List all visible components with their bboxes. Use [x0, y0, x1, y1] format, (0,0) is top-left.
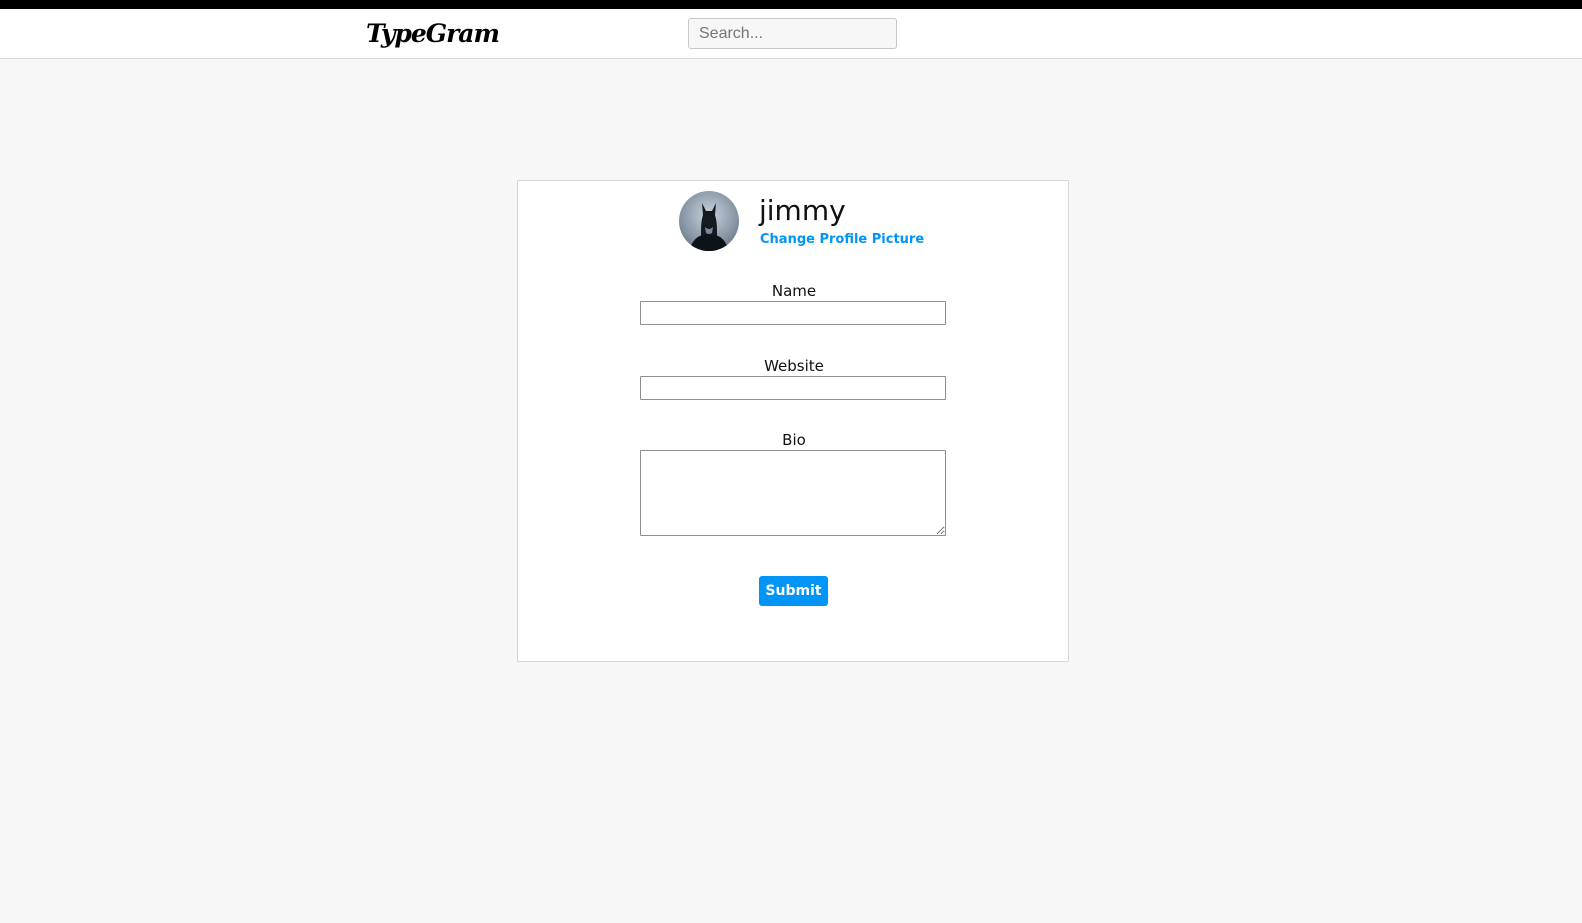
submit-button[interactable]: Submit: [759, 576, 828, 606]
app-logo[interactable]: TypeGram: [366, 19, 500, 49]
batman-avatar-icon: [689, 203, 729, 251]
edit-profile-card: jimmy Change Profile Picture Name Websit…: [517, 180, 1069, 662]
bio-textarea[interactable]: [640, 450, 946, 536]
website-field[interactable]: [640, 376, 946, 400]
username: jimmy: [759, 194, 846, 227]
top-stripe: [0, 0, 1582, 9]
navbar: TypeGram: [0, 9, 1582, 59]
website-label: Website: [764, 357, 824, 375]
bio-label: Bio: [782, 431, 806, 449]
name-label: Name: [771, 282, 817, 300]
avatar: [679, 191, 739, 251]
change-profile-picture-link[interactable]: Change Profile Picture: [760, 232, 924, 247]
search-input[interactable]: [688, 18, 897, 49]
name-field[interactable]: [640, 301, 946, 325]
